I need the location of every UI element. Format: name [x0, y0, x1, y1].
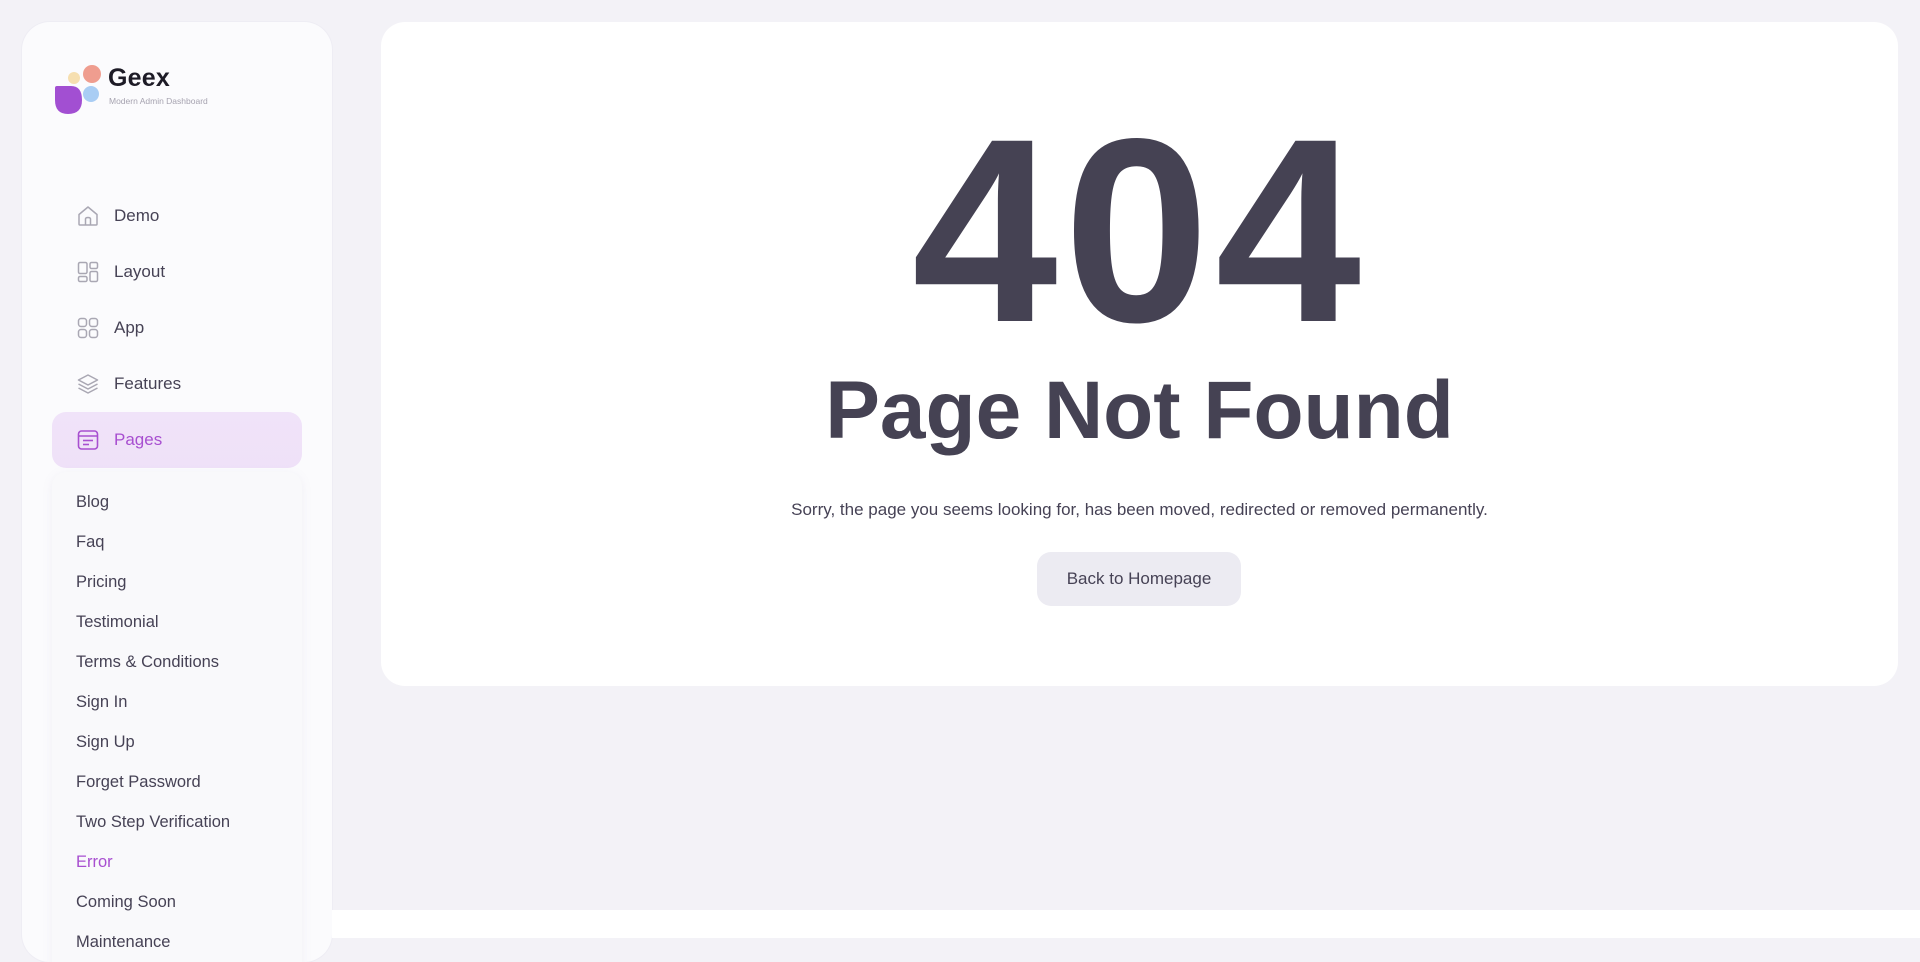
geex-logo-icon	[55, 65, 101, 114]
pages-icon	[77, 430, 99, 450]
pages-submenu: Blog Faq Pricing Testimonial Terms & Con…	[52, 472, 302, 962]
brand-name: Geex	[108, 64, 170, 92]
brand[interactable]: Geex Modern Admin Dashboard	[52, 60, 312, 116]
sidebar-item-label: Features	[114, 374, 182, 393]
sidebar-item-pages[interactable]: Pages	[52, 412, 302, 468]
submenu-item-faq[interactable]: Faq	[52, 522, 302, 562]
submenu-item-error[interactable]: Error	[52, 842, 302, 882]
submenu-item-two-step[interactable]: Two Step Verification	[52, 802, 302, 842]
sidebar-item-label: Pages	[114, 430, 163, 449]
sidebar-item-label: Layout	[114, 262, 166, 281]
submenu-item-terms[interactable]: Terms & Conditions	[52, 642, 302, 682]
error-description: Sorry, the page you seems looking for, h…	[791, 500, 1488, 519]
sidebar-item-features[interactable]: Features	[52, 356, 302, 412]
sidebar-nav: Demo Layout App Features Pages	[52, 188, 302, 468]
error-title: Page Not Found	[825, 365, 1454, 456]
error-code: 404	[911, 84, 1368, 377]
apps-grid-icon	[77, 317, 99, 339]
layout-icon	[77, 261, 99, 283]
sidebar-item-demo[interactable]: Demo	[52, 188, 302, 244]
submenu-item-sign-up[interactable]: Sign Up	[52, 722, 302, 762]
footer-strip	[332, 910, 1920, 938]
brand-tagline: Modern Admin Dashboard	[109, 96, 208, 106]
submenu-item-testimonial[interactable]: Testimonial	[52, 602, 302, 642]
sidebar-item-layout[interactable]: Layout	[52, 244, 302, 300]
submenu-item-forget-password[interactable]: Forget Password	[52, 762, 302, 802]
sidebar-item-app[interactable]: App	[52, 300, 302, 356]
sidebar-item-label: App	[114, 318, 145, 337]
layers-icon	[77, 374, 99, 394]
submenu-item-pricing[interactable]: Pricing	[52, 562, 302, 602]
back-to-homepage-button[interactable]: Back to Homepage	[1037, 552, 1241, 606]
submenu-item-maintenance[interactable]: Maintenance	[52, 922, 302, 962]
submenu-item-sign-in[interactable]: Sign In	[52, 682, 302, 722]
sidebar-item-label: Demo	[114, 206, 160, 225]
sidebar: Geex Modern Admin Dashboard Demo Layout	[22, 22, 332, 962]
submenu-item-coming-soon[interactable]: Coming Soon	[52, 882, 302, 922]
home-icon	[78, 206, 98, 226]
error-card: 404 Page Not Found Sorry, the page you s…	[381, 22, 1898, 686]
submenu-item-blog[interactable]: Blog	[52, 482, 302, 522]
